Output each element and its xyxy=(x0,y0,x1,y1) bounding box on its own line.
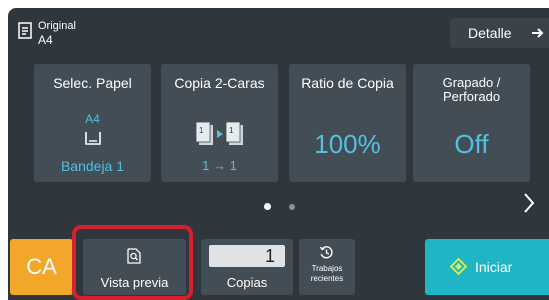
copy-ratio-title: Ratio de Copia xyxy=(301,75,394,91)
svg-text:1: 1 xyxy=(199,126,204,135)
svg-text:1: 1 xyxy=(229,126,234,135)
detail-button[interactable]: Detalle xyxy=(450,18,549,48)
recent-jobs-icon xyxy=(319,246,333,259)
paper-size-value: A4 xyxy=(85,112,100,126)
start-diamond-icon xyxy=(450,258,467,275)
start-button[interactable]: Iniciar xyxy=(425,239,549,295)
staple-punch-value: Off xyxy=(454,129,489,159)
duplex-copy-value: 1 → 1 xyxy=(202,158,237,173)
copy-ratio-value: 100% xyxy=(314,129,381,159)
clear-all-label: CA xyxy=(26,254,57,279)
start-label: Iniciar xyxy=(475,259,513,275)
copy-ratio-card[interactable]: Ratio de Copia 100% xyxy=(289,64,406,182)
detail-button-label: Detalle xyxy=(468,25,512,41)
copies-button[interactable]: 1 Copias xyxy=(201,239,293,295)
duplex-copy-title: Copia 2-Caras xyxy=(174,75,265,91)
page-dot-active[interactable] xyxy=(264,203,271,210)
recent-jobs-label: Trabajos recientes xyxy=(310,264,344,283)
page-dot[interactable] xyxy=(289,204,295,210)
copies-label: Copias xyxy=(226,275,268,290)
original-label: Original xyxy=(38,20,76,32)
staple-punch-card[interactable]: Grapado / Perforado Off xyxy=(413,64,530,182)
arrow-right-icon xyxy=(532,28,544,38)
original-document-icon xyxy=(18,22,32,39)
copies-count-field[interactable]: 1 xyxy=(209,245,285,267)
original-value: A4 xyxy=(38,33,53,47)
original-indicator[interactable]: Original A4 xyxy=(18,20,76,47)
chevron-right-icon[interactable] xyxy=(522,192,536,214)
paper-select-card[interactable]: Selec. Papel A4 Bandeja 1 xyxy=(34,64,151,182)
recent-jobs-button[interactable]: Trabajos recientes xyxy=(299,239,355,295)
duplex-copy-card[interactable]: Copia 2-Caras 1 1 1 → 1 xyxy=(161,64,278,182)
duplex-copy-icon: 1 1 xyxy=(195,121,243,145)
staple-punch-title: Grapado / Perforado xyxy=(442,75,501,104)
preview-highlight-frame xyxy=(72,225,193,300)
paper-tray-value: Bandeja 1 xyxy=(60,158,125,174)
paper-select-title: Selec. Papel xyxy=(53,75,132,91)
paper-tray-icon xyxy=(85,132,101,145)
clear-all-button[interactable]: CA xyxy=(10,239,73,295)
